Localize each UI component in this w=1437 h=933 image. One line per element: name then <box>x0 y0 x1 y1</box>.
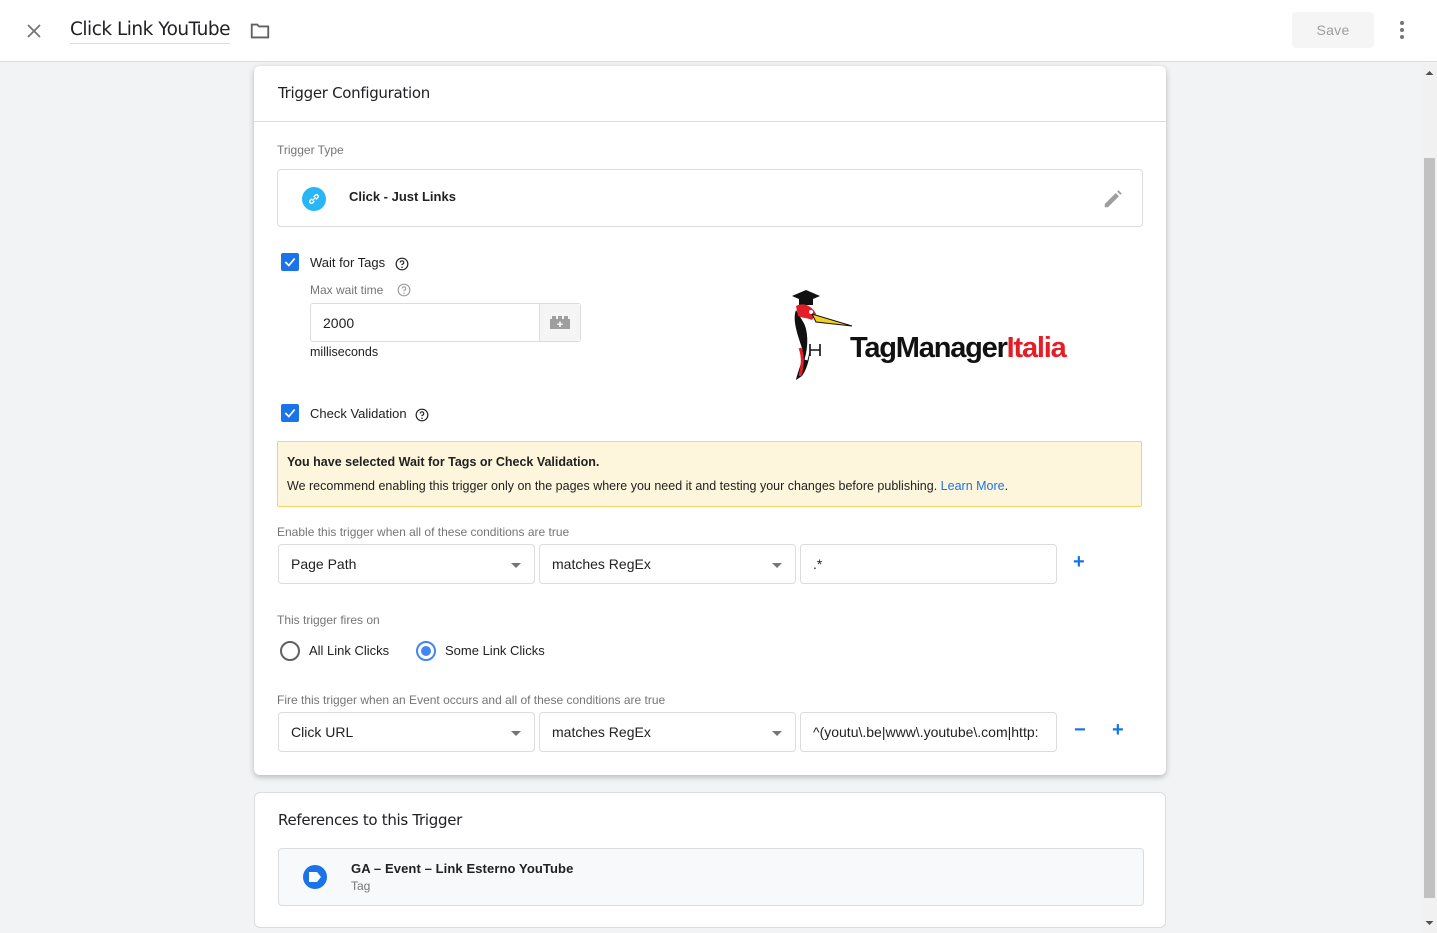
dropdown-arrow-icon <box>772 731 782 736</box>
trigger-type-name: Click - Just Links <box>349 189 456 204</box>
add-fire-condition-button[interactable]: + <box>1112 720 1124 740</box>
fire-variable-select[interactable]: Click URL <box>278 712 535 752</box>
logo-text: TagManagerItalia <box>850 332 1067 365</box>
fire-variable-value: Click URL <box>291 724 354 740</box>
scrollbar-thumb[interactable] <box>1424 158 1435 898</box>
trigger-type-selector[interactable]: Click - Just Links <box>277 169 1143 227</box>
references-card: References to this Trigger GA – Event – … <box>254 792 1166 928</box>
link-icon <box>302 187 326 211</box>
checkmark-icon <box>284 408 296 418</box>
references-title: References to this Trigger <box>278 811 463 829</box>
wait-for-tags-checkbox[interactable] <box>281 253 299 271</box>
variable-brick-icon <box>550 315 570 329</box>
checkmark-icon <box>284 257 296 267</box>
woodpecker-mascot-icon <box>792 290 853 380</box>
fire-operator-select[interactable]: matches RegEx <box>539 712 796 752</box>
logo-text-black: TagManager <box>850 332 1008 364</box>
max-wait-time-label: Max wait time <box>310 283 384 297</box>
add-enable-condition-button[interactable]: + <box>1073 552 1085 572</box>
learn-more-link[interactable]: Learn More <box>941 479 1005 493</box>
scroll-down-arrow-icon[interactable] <box>1422 917 1437 929</box>
enable-variable-select[interactable]: Page Path <box>278 544 535 584</box>
folder-icon <box>250 23 270 39</box>
top-bar: Click Link YouTube Save <box>0 0 1437 62</box>
folder-button[interactable] <box>249 20 271 42</box>
close-icon <box>27 24 41 38</box>
some-link-clicks-label: Some Link Clicks <box>445 643 545 658</box>
more-vert-icon <box>1400 21 1404 39</box>
enable-operator-select[interactable]: matches RegEx <box>539 544 796 584</box>
logo-text-red: Italia <box>1006 332 1067 364</box>
more-options-button[interactable] <box>1390 18 1414 42</box>
fire-value-input[interactable] <box>800 712 1057 752</box>
max-wait-time-field <box>310 303 581 342</box>
reference-type: Tag <box>351 879 371 893</box>
enable-value-input[interactable] <box>800 544 1057 584</box>
help-icon[interactable] <box>397 283 411 297</box>
warning-body-text: We recommend enabling this trigger only … <box>287 479 938 493</box>
warning-period: . <box>1004 479 1009 493</box>
milliseconds-unit-label: milliseconds <box>310 345 379 359</box>
wait-for-tags-label: Wait for Tags <box>310 255 386 270</box>
remove-fire-condition-button[interactable]: − <box>1074 720 1086 740</box>
dropdown-arrow-icon <box>772 563 782 568</box>
pencil-icon <box>1104 190 1122 208</box>
save-button[interactable]: Save <box>1292 12 1374 48</box>
enable-conditions-label: Enable this trigger when all of these co… <box>277 525 570 539</box>
dropdown-arrow-icon <box>511 563 521 568</box>
edit-trigger-type-button[interactable] <box>1102 188 1124 210</box>
warning-body: We recommend enabling this trigger only … <box>287 479 1008 493</box>
some-link-clicks-radio[interactable] <box>416 641 436 661</box>
enable-variable-value: Page Path <box>291 556 357 572</box>
scroll-up-arrow-icon[interactable] <box>1422 67 1437 79</box>
trigger-configuration-card: Trigger Configuration Trigger Type Click… <box>254 66 1166 775</box>
trigger-type-label: Trigger Type <box>277 143 344 157</box>
help-icon[interactable] <box>415 408 429 422</box>
tagmanageritalia-logo: TagManagerItalia <box>782 290 1122 385</box>
fire-operator-value: matches RegEx <box>552 724 651 740</box>
tag-icon <box>303 865 327 889</box>
enable-operator-value: matches RegEx <box>552 556 651 572</box>
all-link-clicks-radio[interactable] <box>280 641 300 661</box>
validation-warning-banner: You have selected Wait for Tags or Check… <box>277 441 1142 507</box>
fires-on-label: This trigger fires on <box>277 613 380 627</box>
check-validation-checkbox[interactable] <box>281 404 299 422</box>
close-button[interactable] <box>22 19 46 43</box>
reference-name: GA – Event – Link Esterno YouTube <box>351 861 574 876</box>
help-icon[interactable] <box>395 257 409 271</box>
scrollbar[interactable] <box>1422 63 1437 933</box>
check-validation-label: Check Validation <box>310 406 407 421</box>
insert-variable-button[interactable] <box>539 304 580 341</box>
fire-conditions-label: Fire this trigger when an Event occurs a… <box>277 693 666 707</box>
trigger-name-title[interactable]: Click Link YouTube <box>70 19 230 44</box>
max-wait-time-input[interactable] <box>311 304 539 341</box>
card-title: Trigger Configuration <box>254 66 1166 122</box>
all-link-clicks-label: All Link Clicks <box>309 643 390 658</box>
warning-title: You have selected Wait for Tags or Check… <box>287 455 600 469</box>
dropdown-arrow-icon <box>511 731 521 736</box>
reference-list-item[interactable]: GA – Event – Link Esterno YouTube Tag <box>278 848 1144 906</box>
